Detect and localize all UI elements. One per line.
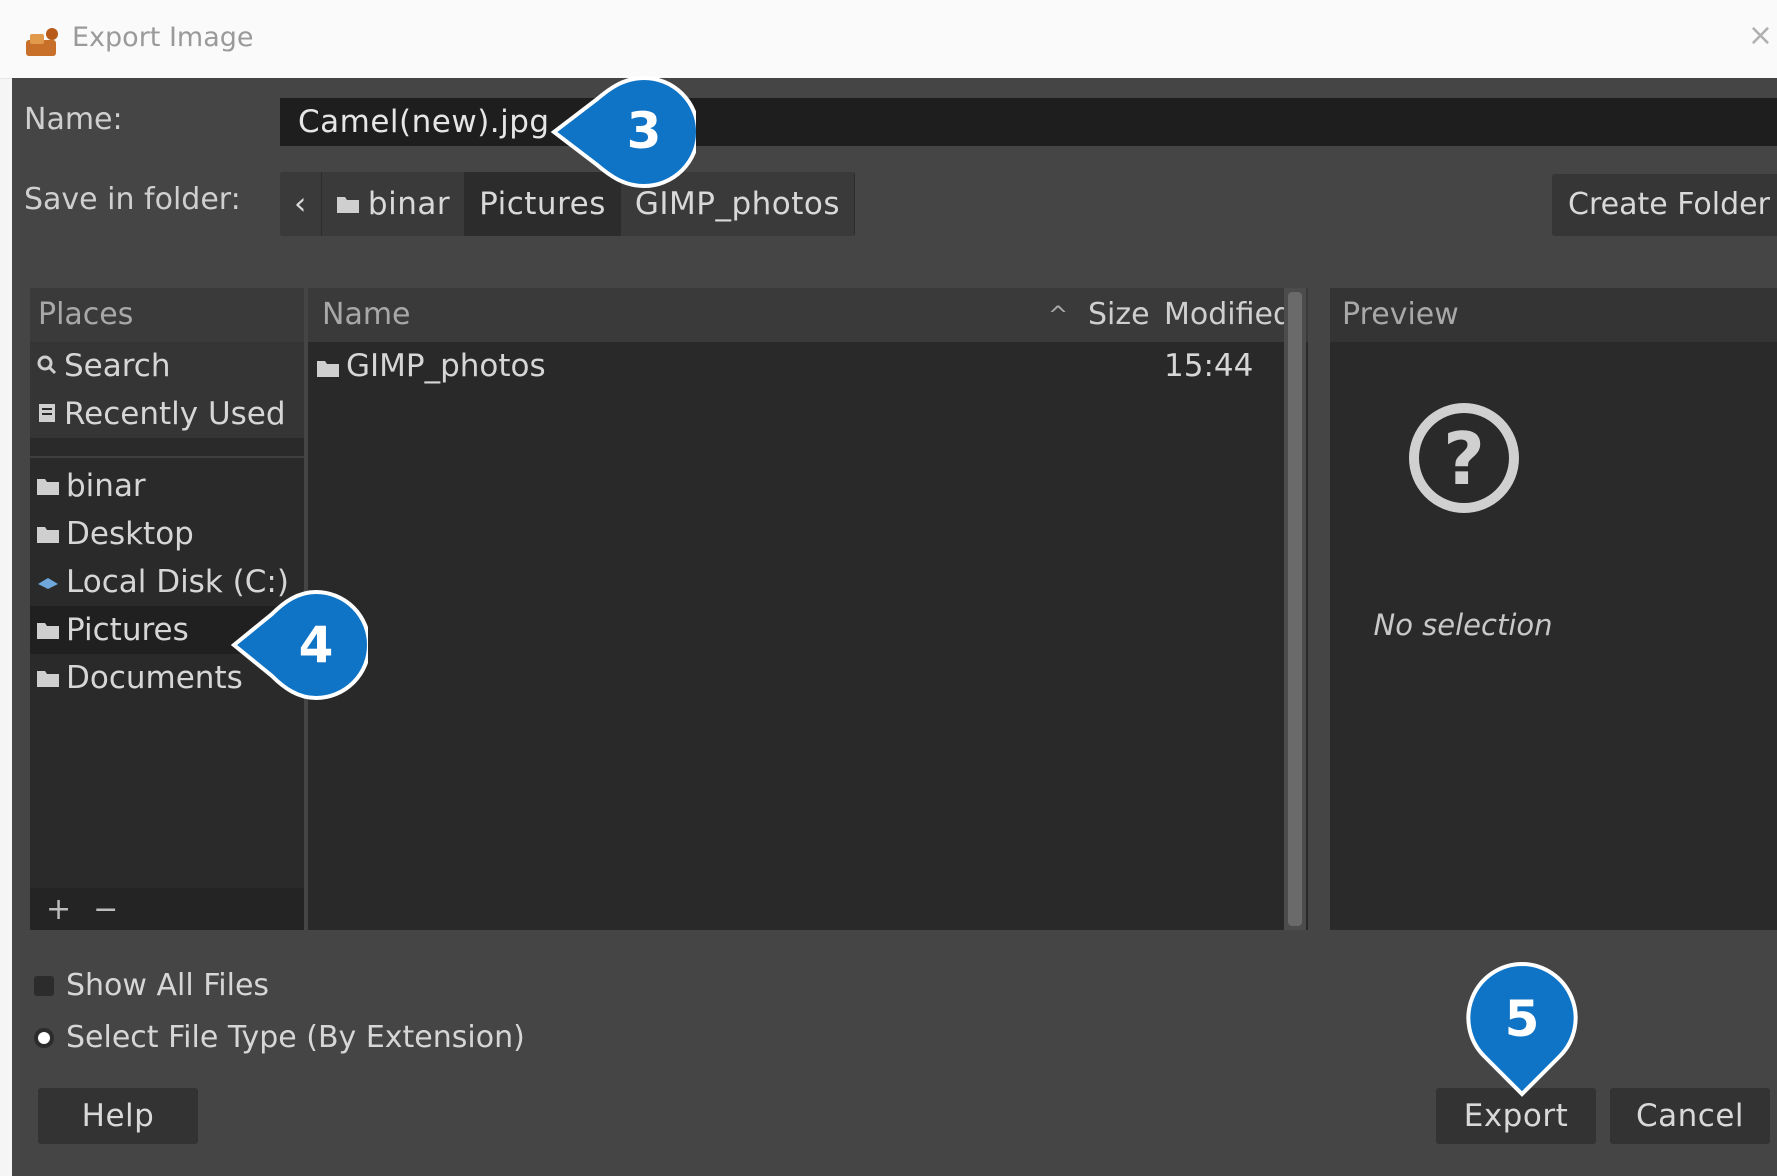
scrollbar-thumb[interactable] bbox=[1288, 292, 1302, 926]
help-button[interactable]: Help bbox=[38, 1088, 198, 1144]
question-glyph: ? bbox=[1443, 417, 1485, 501]
remove-bookmark-button[interactable]: − bbox=[93, 892, 118, 927]
folder-icon bbox=[36, 654, 60, 702]
step-5-callout: 5 bbox=[1466, 961, 1578, 1097]
cancel-button[interactable]: Cancel bbox=[1610, 1088, 1770, 1144]
preview-header: Preview bbox=[1330, 288, 1777, 342]
show-all-files-checkbox[interactable]: Show All Files bbox=[34, 968, 269, 1003]
file-name: GIMP_photos bbox=[346, 348, 546, 384]
place-label: Pictures bbox=[66, 612, 189, 648]
gimp-app-icon bbox=[24, 26, 62, 62]
path-segment-binar[interactable]: binar bbox=[321, 172, 466, 236]
file-list-scrollbar[interactable] bbox=[1284, 288, 1306, 930]
place-label: Documents bbox=[66, 660, 243, 696]
folder-icon bbox=[36, 510, 60, 558]
file-list-header: Name ^ Size Modified bbox=[308, 288, 1308, 342]
place-item-search[interactable]: Search bbox=[30, 342, 304, 390]
place-label: binar bbox=[66, 468, 146, 504]
chevron-left-icon: ‹ bbox=[294, 186, 307, 222]
drive-icon bbox=[36, 558, 60, 606]
title-bar: Export Image × bbox=[0, 0, 1777, 79]
places-header: Places bbox=[30, 288, 304, 342]
column-size-header[interactable]: Size bbox=[1088, 288, 1150, 342]
folder-icon bbox=[316, 342, 340, 390]
place-item-binar[interactable]: binar bbox=[30, 462, 304, 510]
filename-input[interactable]: Camel(new).jpg bbox=[280, 98, 1777, 146]
sort-ascending-icon: ^ bbox=[1048, 301, 1069, 329]
step-3-callout: 3 bbox=[550, 75, 696, 189]
name-label: Name: bbox=[24, 102, 123, 137]
file-modified: 15:44 bbox=[1164, 348, 1254, 384]
place-item-recently-used[interactable]: Recently Used bbox=[30, 390, 304, 438]
file-list: Name ^ Size Modified GIMP_photos 15:44 bbox=[308, 288, 1308, 930]
create-folder-button[interactable]: Create Folder bbox=[1552, 174, 1777, 236]
select-file-type-label: Select File Type (By Extension) bbox=[66, 1020, 525, 1055]
no-selection-text: No selection bbox=[1373, 608, 1553, 642]
places-divider bbox=[30, 456, 304, 458]
step-4-callout: 4 bbox=[230, 589, 368, 701]
save-in-folder-label: Save in folder: bbox=[24, 182, 241, 217]
question-mark-icon: ? bbox=[1404, 398, 1524, 522]
add-bookmark-button[interactable]: + bbox=[46, 892, 71, 927]
window-title: Export Image bbox=[72, 22, 254, 53]
expander-icon[interactable] bbox=[34, 1027, 54, 1048]
recent-icon bbox=[36, 390, 58, 438]
select-file-type-expander[interactable]: Select File Type (By Extension) bbox=[34, 1020, 525, 1055]
step-5-number: 5 bbox=[1505, 990, 1540, 1048]
preview-pane: Preview ? No selection bbox=[1330, 288, 1777, 930]
place-item-desktop[interactable]: Desktop bbox=[30, 510, 304, 558]
folder-icon bbox=[36, 606, 60, 654]
folder-icon bbox=[336, 172, 360, 236]
folder-icon bbox=[36, 462, 60, 510]
checkbox-box[interactable] bbox=[34, 975, 54, 996]
place-label: Recently Used bbox=[64, 396, 286, 432]
file-row[interactable]: GIMP_photos 15:44 bbox=[308, 342, 1308, 390]
column-name-header[interactable]: Name bbox=[322, 288, 411, 342]
places-footer: + − bbox=[30, 888, 304, 930]
path-back-button[interactable]: ‹ bbox=[280, 172, 322, 236]
place-label: Search bbox=[64, 348, 171, 384]
step-3-number: 3 bbox=[627, 102, 662, 160]
place-label: Desktop bbox=[66, 516, 194, 552]
path-segment-label: binar bbox=[367, 186, 451, 222]
close-icon[interactable]: × bbox=[1748, 18, 1773, 53]
step-4-number: 4 bbox=[299, 616, 334, 674]
show-all-files-label: Show All Files bbox=[66, 968, 270, 1003]
search-icon bbox=[36, 342, 58, 390]
column-modified-header[interactable]: Modified bbox=[1164, 288, 1292, 342]
